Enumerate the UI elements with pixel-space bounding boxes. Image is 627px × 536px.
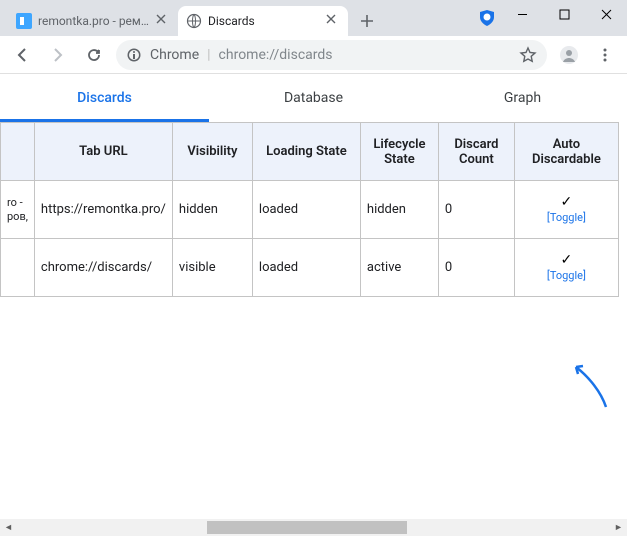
close-icon[interactable] [156,14,170,28]
col-lifecycle-state[interactable]: Lifecycle State [360,123,438,181]
horizontal-scrollbar[interactable]: ◄ ► [0,519,627,536]
table-header-row: Tab URL Visibility Loading State Lifecyc… [1,123,619,181]
col-loading-state[interactable]: Loading State [252,123,360,181]
checkmark-icon: ✓ [521,194,612,210]
discards-table: Tab URL Visibility Loading State Lifecyc… [0,122,619,297]
close-window-button[interactable] [585,0,627,28]
cell-auto-discardable: ✓ [Toggle] [514,181,618,239]
cell-url: https://remontka.pro/ [34,181,172,239]
tab-label: Database [284,90,343,106]
cell-visibility: hidden [172,181,252,239]
scroll-right-icon[interactable]: ► [610,519,627,536]
cell-discard-count: 0 [438,239,514,297]
scroll-thumb[interactable] [207,521,407,534]
tab-label: Discards [77,90,132,106]
cell-discard-count: 0 [438,181,514,239]
site-info-icon[interactable] [126,47,142,63]
forward-button[interactable] [44,41,72,69]
tab-graph[interactable]: Graph [418,74,627,122]
browser-tab[interactable]: remontka.pro - ремон [8,6,178,36]
col-visibility[interactable]: Visibility [172,123,252,181]
cell-url: chrome://discards/ [34,239,172,297]
toggle-link[interactable]: [Toggle] [547,211,586,224]
tab-discards[interactable]: Discards [0,74,209,122]
cell-fragment: ro - [7,196,23,209]
cell-lifecycle: hidden [360,181,438,239]
cell-auto-discardable: ✓ [Toggle] [514,239,618,297]
minimize-button[interactable] [501,0,543,28]
scroll-track[interactable] [17,519,610,536]
reload-button[interactable] [80,41,108,69]
back-button[interactable] [8,41,36,69]
toggle-link[interactable]: [Toggle] [547,269,586,282]
new-tab-button[interactable] [354,8,380,34]
discards-table-wrap: Tab URL Visibility Loading State Lifecyc… [0,122,627,297]
cell-lifecycle: active [360,239,438,297]
menu-button[interactable] [591,41,619,69]
close-icon[interactable] [326,14,340,28]
col-tab-url[interactable]: Tab URL [34,123,172,181]
table-row: ro -ров, https://remontka.pro/ hidden lo… [1,181,619,239]
cell-loading: loaded [252,181,360,239]
omnibox-separator: | [207,47,210,63]
profile-button[interactable] [555,41,583,69]
omnibox-url: chrome://discards [219,47,333,63]
tab-database[interactable]: Database [209,74,418,122]
page-tabs: Discards Database Graph [0,74,627,122]
scroll-left-icon[interactable]: ◄ [0,519,17,536]
window-controls [501,0,627,28]
content-area: Tab URL Visibility Loading State Lifecyc… [0,122,627,518]
col-auto-discardable[interactable]: Auto Discardable [514,123,618,181]
tab-title: remontka.pro - ремон [38,14,150,28]
favicon-site-icon [16,13,32,29]
table-row: chrome://discards/ visible loaded active… [1,239,619,297]
address-bar[interactable]: Chrome | chrome://discards [116,40,547,70]
col-discard-count[interactable]: Discard Count [438,123,514,181]
bookmark-star-icon[interactable] [519,46,537,64]
annotation-arrow-icon [571,362,611,412]
globe-icon [186,13,202,29]
cell-loading: loaded [252,239,360,297]
checkmark-icon: ✓ [521,252,612,268]
tab-label: Graph [504,90,541,106]
maximize-button[interactable] [543,0,585,28]
cell-fragment: ров, [7,210,28,223]
cell-visibility: visible [172,239,252,297]
tab-title: Discards [208,14,320,28]
browser-tab[interactable]: Discards [178,6,348,36]
toolbar: Chrome | chrome://discards [0,36,627,74]
titlebar: remontka.pro - ремон Discards [0,0,627,36]
extension-shield-icon[interactable] [477,8,497,28]
omnibox-prefix: Chrome [150,47,199,63]
